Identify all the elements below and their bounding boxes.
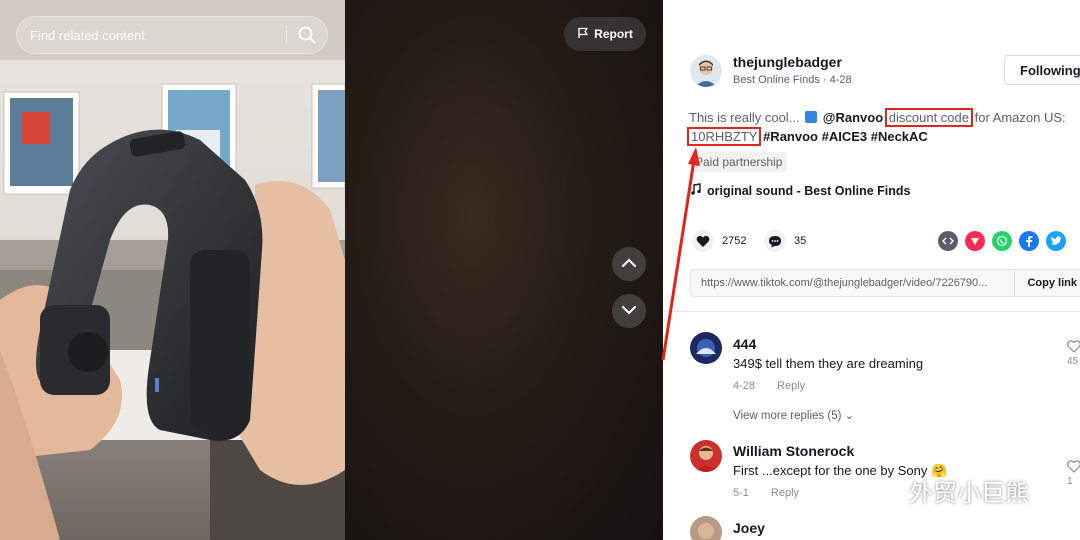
heart-outline-icon[interactable]: [1067, 460, 1080, 476]
reply-button[interactable]: Reply: [771, 487, 799, 499]
author-avatar[interactable]: [690, 55, 722, 87]
video-frame-image: [0, 0, 345, 540]
description-intro: This is really cool...: [689, 110, 804, 125]
description-suffix: for Amazon US:: [971, 110, 1066, 125]
heart-icon[interactable]: [692, 230, 714, 252]
music-note-icon: [691, 183, 701, 198]
sound-link[interactable]: original sound - Best Online Finds: [691, 183, 910, 198]
mention-link[interactable]: @Ranvoo: [823, 110, 883, 125]
copy-link-button[interactable]: Copy link: [1014, 270, 1080, 296]
section-divider: [663, 311, 1080, 312]
sound-label: original sound - Best Online Finds: [707, 183, 911, 198]
video-frame: [0, 0, 345, 540]
next-video-button[interactable]: [612, 294, 646, 328]
comment-like[interactable]: 1: [1067, 460, 1080, 487]
video-url[interactable]: https://www.tiktok.com/@thejunglebadger/…: [691, 277, 1014, 289]
wechat-watermark: 外贸小巨熊: [863, 473, 1029, 508]
separator-dot: ·: [822, 74, 830, 86]
heart-outline-icon[interactable]: [1067, 340, 1080, 356]
share-link-bar: https://www.tiktok.com/@thejunglebadger/…: [690, 269, 1080, 297]
whatsapp-icon[interactable]: [992, 231, 1012, 251]
discount-code-value: 10RHBZTY: [686, 127, 762, 146]
following-button[interactable]: Following: [1004, 55, 1080, 85]
author-display-name: Best Online Finds: [733, 74, 820, 86]
comment-author[interactable]: William Stonerock: [733, 443, 854, 459]
search-bar[interactable]: [16, 16, 328, 54]
flag-icon: [577, 27, 589, 42]
comment-stat[interactable]: 35: [764, 230, 806, 252]
comment-avatar[interactable]: [690, 332, 722, 364]
comment-like-count: 45: [1067, 356, 1079, 367]
chevron-up-icon: [621, 255, 637, 273]
comment-like-count: 1: [1067, 476, 1073, 487]
facebook-icon[interactable]: [1019, 231, 1039, 251]
comment-avatar[interactable]: [690, 440, 722, 472]
report-button[interactable]: Report: [564, 17, 646, 51]
like-count: 2752: [722, 235, 747, 247]
video-detail-panel: thejunglebadger Best Online Finds · 4-28…: [663, 0, 1080, 540]
comment-count: 35: [794, 235, 807, 247]
search-icon[interactable]: [287, 16, 327, 54]
chevron-down-icon: ⌄: [844, 410, 855, 422]
comment-author[interactable]: Joey: [733, 520, 765, 536]
author-subline: Best Online Finds · 4-28: [733, 74, 852, 86]
previous-video-button[interactable]: [612, 247, 646, 281]
twitter-icon[interactable]: [1046, 231, 1066, 251]
watermark-text: 外贸小巨熊: [909, 479, 1029, 507]
comment-author[interactable]: 444: [733, 336, 756, 352]
report-label: Report: [594, 27, 633, 41]
comment-avatar[interactable]: [690, 516, 722, 540]
comment-text: 349$ tell them they are dreaming: [733, 356, 924, 371]
comment-meta: 5-1 Reply: [733, 487, 799, 499]
comment-date: 4-28: [733, 380, 756, 392]
author-username[interactable]: thejunglebadger: [733, 54, 842, 70]
send-icon[interactable]: [965, 231, 985, 251]
wechat-icon: [863, 476, 901, 506]
hashtags[interactable]: #Ranvoo #AICE3 #NeckAC: [759, 129, 928, 144]
video-description: This is really cool... @Ranvoo discount …: [686, 108, 1080, 146]
box-emoji-icon: [805, 111, 818, 123]
view-more-replies[interactable]: View more replies (5) ⌄: [733, 408, 854, 422]
search-input[interactable]: [17, 27, 286, 43]
video-player[interactable]: Report: [0, 0, 663, 540]
post-date: 4-28: [829, 74, 852, 86]
comment-meta: 4-28 Reply: [733, 380, 805, 392]
like-stat[interactable]: 2752: [692, 230, 746, 252]
comment-date: 5-1: [733, 487, 749, 499]
discount-code-highlight: discount code: [884, 108, 974, 127]
embed-icon[interactable]: [938, 231, 958, 251]
view-more-label: View more replies (5): [733, 410, 842, 422]
comment-icon[interactable]: [764, 230, 786, 252]
chevron-down-icon: [621, 302, 637, 320]
paid-partnership-badge: Paid partnership: [690, 152, 788, 172]
comment-like[interactable]: 45: [1067, 340, 1080, 367]
reply-button[interactable]: Reply: [777, 380, 805, 392]
